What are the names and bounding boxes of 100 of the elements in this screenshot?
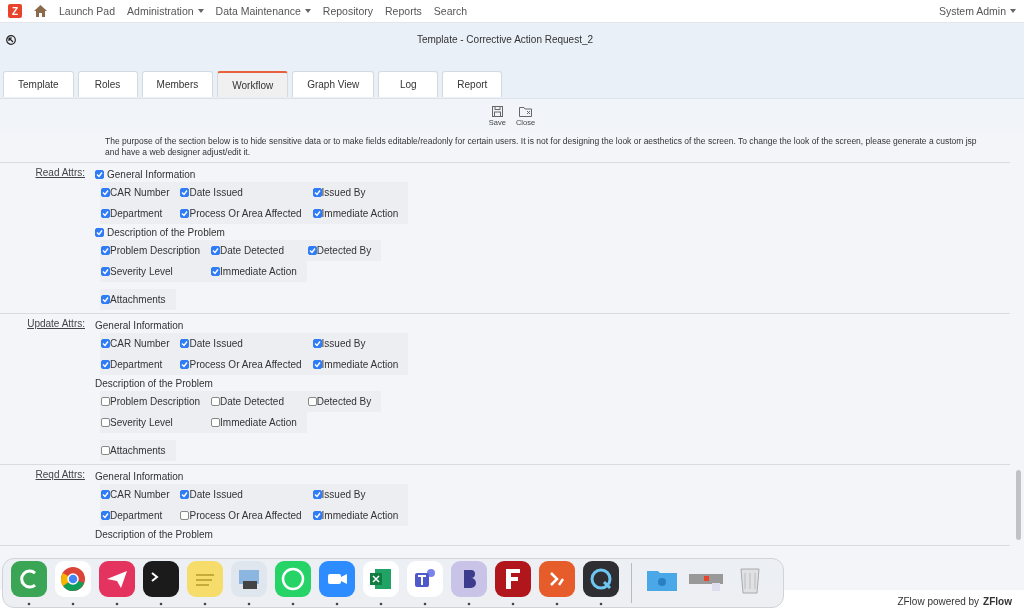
b-letter-icon[interactable] (451, 561, 487, 607)
checkbox[interactable] (101, 511, 110, 520)
checkbox[interactable] (312, 511, 322, 520)
page-title: Template - Corrective Action Request_2 (415, 34, 595, 45)
checkbox[interactable] (312, 490, 322, 499)
checkbox[interactable] (101, 490, 110, 499)
checkbox[interactable] (95, 227, 104, 237)
checkbox-label: Immediate Action (220, 417, 297, 428)
checkbox[interactable] (180, 511, 190, 520)
checkbox-label: CAR Number (110, 489, 170, 500)
checkbox-label: Problem Description (110, 396, 201, 407)
group-title: General Information (95, 319, 184, 331)
nav-menu-item[interactable]: Search (433, 5, 468, 17)
group-title: Description of the Problem (95, 377, 213, 389)
phone-chat-icon[interactable] (275, 561, 311, 607)
checkbox[interactable] (211, 397, 221, 406)
home-icon[interactable] (34, 5, 47, 17)
paper-plane-icon[interactable] (99, 561, 135, 607)
tab[interactable]: Log (378, 71, 439, 97)
checkbox[interactable] (101, 446, 110, 455)
checkbox-label: Issued By (321, 187, 366, 198)
checkbox[interactable] (180, 188, 190, 197)
section-label[interactable]: Reqd Attrs: (0, 468, 95, 482)
video-camera-icon[interactable] (319, 561, 355, 607)
footer-text: ZFlow powered by (897, 595, 980, 607)
checkbox[interactable] (101, 339, 110, 348)
checkbox[interactable] (101, 397, 110, 406)
group-title: General Information (95, 470, 184, 482)
nav-menu-item[interactable]: Launch Pad (59, 5, 116, 17)
checkbox[interactable] (211, 418, 221, 427)
tab[interactable]: Template (3, 71, 74, 97)
caret-icon (1010, 9, 1016, 13)
f-letter-icon[interactable] (495, 561, 531, 607)
nav-menu-item[interactable]: Repository (322, 5, 374, 17)
folder-icon (519, 106, 533, 117)
tab[interactable]: Report (442, 71, 503, 97)
tab[interactable]: Graph View (292, 71, 375, 97)
scrollbar-thumb[interactable] (1016, 470, 1021, 540)
checkbox[interactable] (312, 339, 322, 348)
browser-icon[interactable] (55, 561, 91, 607)
checkbox[interactable] (180, 490, 190, 499)
checkbox[interactable] (312, 209, 322, 218)
checkbox[interactable] (211, 246, 221, 255)
nav-menu-item[interactable]: Data Maintenance (215, 5, 311, 17)
checkbox[interactable] (312, 188, 322, 197)
section-label[interactable]: Update Attrs: (0, 317, 95, 331)
checkbox[interactable] (180, 209, 190, 218)
caret-icon (197, 9, 204, 13)
tab[interactable]: Roles (77, 71, 138, 97)
terminal-icon[interactable] (143, 561, 179, 607)
preview-icon[interactable] (231, 561, 267, 607)
checkbox[interactable] (101, 418, 110, 427)
checkbox-label: Process Or Area Affected (189, 510, 302, 521)
tab[interactable]: Members (141, 71, 214, 97)
checkbox-label: Date Issued (189, 187, 243, 198)
tab[interactable]: Workflow (217, 71, 289, 97)
checkbox-label: Severity Level (110, 266, 173, 277)
checkbox[interactable] (101, 246, 110, 255)
checkbox[interactable] (180, 339, 190, 348)
logo[interactable]: Z (8, 4, 22, 18)
checkbox-label: CAR Number (110, 338, 170, 349)
nav-menu-item[interactable]: Administration (127, 5, 204, 17)
checkbox-label: Department (110, 510, 163, 521)
checkbox[interactable] (307, 397, 317, 406)
checkbox[interactable] (312, 360, 322, 369)
checkbox[interactable] (101, 188, 110, 197)
checkbox[interactable] (101, 360, 110, 369)
nav-menu-item[interactable]: Reports (385, 5, 422, 17)
section-label[interactable]: Read Attrs: (0, 166, 95, 180)
checkbox[interactable] (180, 360, 190, 369)
c-letter-icon[interactable] (11, 561, 47, 607)
team-icon[interactable] (407, 561, 443, 607)
checkbox-label: Date Detected (220, 245, 284, 256)
back-icon[interactable] (6, 34, 16, 45)
spreadsheet-icon[interactable] (363, 561, 399, 607)
checkbox-label: Immediate Action (321, 510, 399, 521)
group-title: General Information (107, 168, 196, 180)
checkbox[interactable] (101, 295, 110, 304)
note-icon[interactable] (187, 561, 223, 607)
q-player-icon[interactable] (583, 561, 619, 607)
checkbox[interactable] (101, 267, 110, 276)
checkbox-label: Date Issued (189, 338, 243, 349)
checkbox-label: Process Or Area Affected (189, 359, 302, 370)
checkbox-label: Department (110, 359, 163, 370)
checkbox[interactable] (101, 209, 110, 218)
checkbox-label: Date Issued (189, 489, 243, 500)
checkbox-label: Date Detected (220, 396, 284, 407)
group-title: Description of the Problem (107, 226, 225, 238)
checkbox-label: Attachments (110, 294, 166, 305)
checkbox[interactable] (211, 267, 221, 276)
checkbox[interactable] (307, 246, 317, 255)
checkbox-label: Immediate Action (321, 359, 399, 370)
checkbox-label: CAR Number (110, 187, 170, 198)
checkbox-label: Attachments (110, 445, 166, 456)
checkbox-label: Issued By (321, 338, 366, 349)
user-menu[interactable]: System Admin (938, 5, 1016, 17)
notice-text: The purpose of the section below is to hide sensitive data or to make fields editable/readonly for certain users. It is not for designing the look or aesthetics of the screen. To change the look of the screen, please generate a custom jsp and have a web designer adjust/edit it. (0, 134, 1010, 163)
remote-desktop-icon[interactable] (539, 561, 575, 607)
checkbox[interactable] (95, 169, 104, 179)
caret-icon (304, 9, 311, 13)
